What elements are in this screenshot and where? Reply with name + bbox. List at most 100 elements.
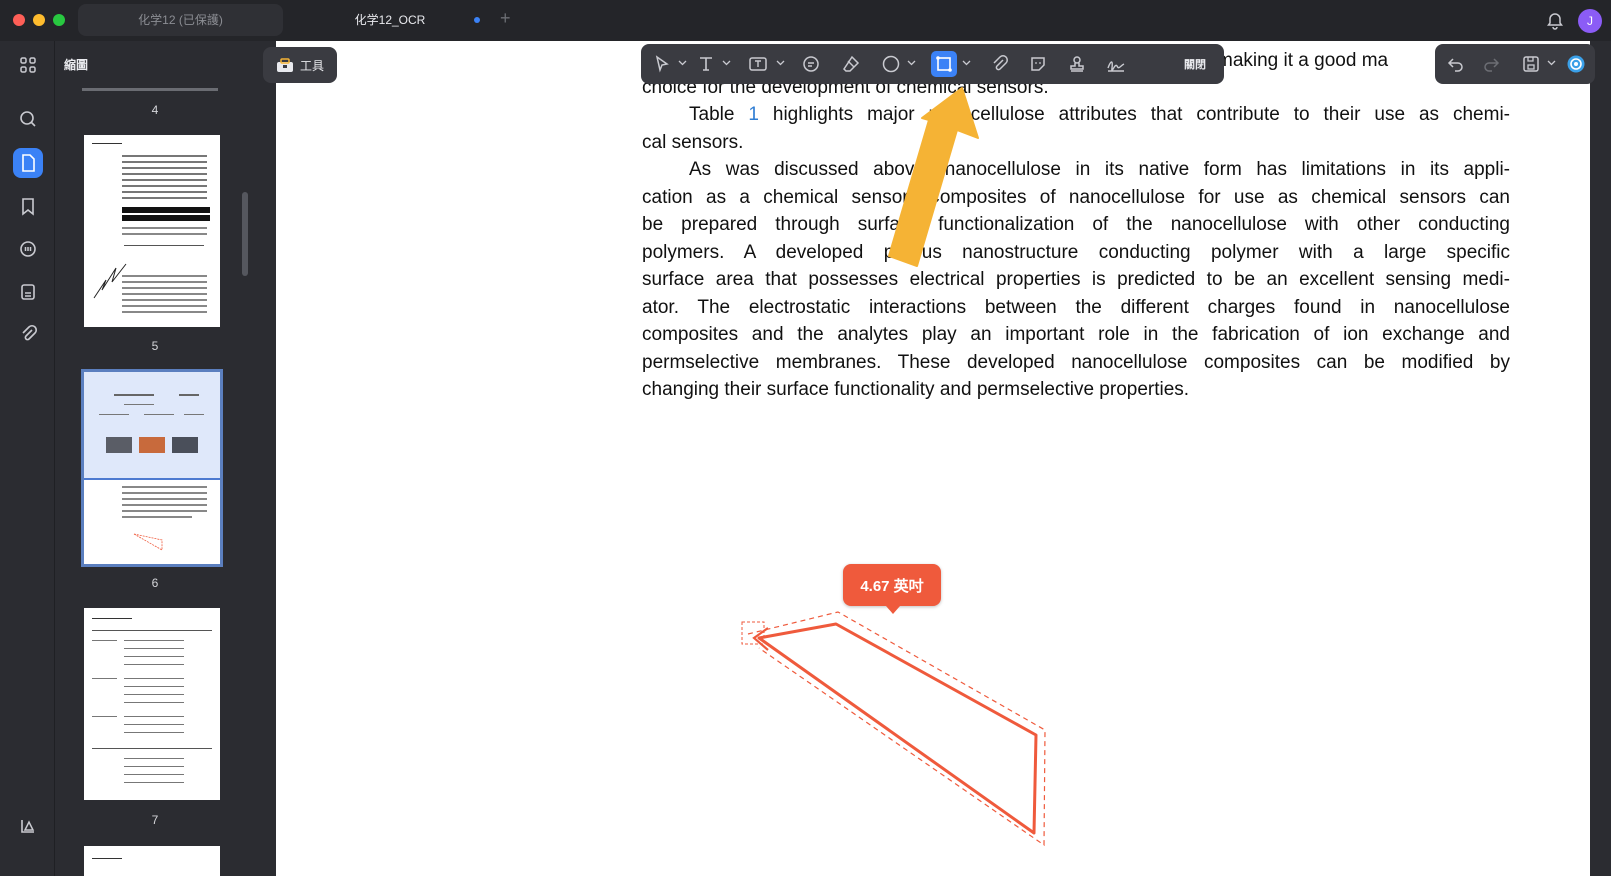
tab-ocr-document[interactable]: 化学12_OCR bbox=[290, 4, 490, 36]
undo-button[interactable] bbox=[1443, 51, 1469, 77]
maximize-window-button[interactable] bbox=[53, 14, 65, 26]
circle-icon bbox=[882, 55, 900, 73]
text-line: cation as a chemical sensor. Composites … bbox=[642, 186, 1510, 208]
text-line: cal sensors. bbox=[642, 131, 744, 153]
avatar[interactable]: J bbox=[1578, 9, 1602, 33]
toolbox-icon bbox=[276, 58, 293, 72]
forms-button[interactable] bbox=[13, 277, 43, 307]
comment-icon bbox=[20, 241, 36, 257]
page-icon bbox=[22, 154, 35, 172]
shape-tool-button[interactable] bbox=[878, 51, 904, 77]
minimize-window-button[interactable] bbox=[33, 14, 45, 26]
thumbnail-page-7[interactable] bbox=[84, 608, 220, 800]
ai-assistant-button[interactable] bbox=[1563, 51, 1589, 77]
grid-apps-button[interactable] bbox=[13, 50, 43, 80]
table-link[interactable]: 1 bbox=[748, 104, 759, 125]
tools-button[interactable]: 工具 bbox=[263, 47, 337, 83]
new-tab-button[interactable]: + bbox=[500, 8, 511, 29]
chevron-down-icon[interactable] bbox=[907, 58, 916, 67]
textbox-tool-button[interactable] bbox=[745, 51, 771, 77]
attach-tool-button[interactable] bbox=[986, 51, 1012, 77]
thumbnails-button[interactable] bbox=[13, 148, 43, 178]
text-segment: Table bbox=[689, 104, 749, 125]
layers-button[interactable] bbox=[13, 811, 43, 841]
select-tool-button[interactable] bbox=[649, 51, 675, 77]
text-line: composites and the analytes play an impo… bbox=[642, 324, 1510, 345]
app-window: 化学12 (已保護) 化学12_OCR + J 縮圖 4 5 6 7 choic… bbox=[0, 0, 1611, 876]
form-icon bbox=[21, 284, 35, 300]
scribble-icon bbox=[93, 263, 127, 299]
measurement-badge: 4.67 英吋 bbox=[843, 564, 941, 614]
unsaved-dot bbox=[474, 17, 480, 23]
close-toolbar-button[interactable]: 關閉 bbox=[1178, 51, 1212, 77]
tab-label: 化学12_OCR bbox=[354, 13, 426, 27]
search-button[interactable] bbox=[13, 104, 43, 134]
note-tool-button[interactable] bbox=[798, 51, 824, 77]
panel-title: 縮圖 bbox=[64, 58, 89, 72]
text-line: As was discussed above, nanocellulose in… bbox=[689, 159, 1510, 180]
thumbnail-label: 6 bbox=[151, 576, 159, 590]
thumbnail-page-6[interactable] bbox=[81, 369, 223, 567]
text-line: permselective membranes. These developed… bbox=[642, 351, 1510, 373]
measure-tool-button[interactable] bbox=[931, 51, 957, 77]
text-line: be prepared through surface functionaliz… bbox=[642, 214, 1510, 235]
eraser-icon bbox=[843, 55, 860, 72]
tab-protected-document[interactable]: 化学12 (已保護) bbox=[78, 4, 283, 36]
grid-icon bbox=[20, 57, 36, 73]
paragraph-1: Table 1 highlights major nanocellulose a… bbox=[642, 101, 1510, 156]
thumbnail-label: 7 bbox=[151, 813, 159, 827]
chevron-down-icon[interactable] bbox=[962, 58, 971, 67]
text-line: Table 1 highlights major nanocellulose a… bbox=[642, 101, 1510, 129]
measure-area-icon bbox=[936, 56, 952, 72]
mini-measure-icon bbox=[133, 533, 163, 551]
text-segment: highlights major nanocellulose attribute… bbox=[758, 104, 1510, 125]
paragraph-2: As was discussed above, nanocellulose in… bbox=[642, 156, 1510, 404]
chevron-down-icon[interactable] bbox=[722, 58, 731, 67]
bookmark-icon bbox=[22, 198, 34, 216]
text-icon bbox=[700, 57, 712, 71]
thumbnail-page-8[interactable] bbox=[84, 846, 220, 876]
bookmarks-button[interactable] bbox=[13, 191, 43, 221]
sticker-icon bbox=[1031, 57, 1045, 71]
layers-icon bbox=[21, 820, 35, 833]
title-bar: 化学12 (已保護) 化学12_OCR + J bbox=[0, 0, 1611, 41]
close-window-button[interactable] bbox=[13, 14, 25, 26]
tab-label: 化学12 (已保護) bbox=[138, 13, 223, 27]
sticker-tool-button[interactable] bbox=[1025, 51, 1051, 77]
thumbnail-scrollbar[interactable] bbox=[242, 192, 248, 276]
bell-icon[interactable] bbox=[1545, 11, 1565, 31]
save-button[interactable] bbox=[1518, 51, 1544, 77]
eraser-tool-button[interactable] bbox=[838, 51, 864, 77]
cursor-icon bbox=[655, 55, 669, 73]
save-icon bbox=[1523, 56, 1539, 72]
chevron-down-icon[interactable] bbox=[1547, 58, 1556, 67]
comments-button[interactable] bbox=[13, 234, 43, 264]
thumbnail-divider bbox=[82, 88, 218, 91]
tools-label: 工具 bbox=[299, 58, 324, 73]
note-icon bbox=[803, 56, 819, 72]
textbox-icon bbox=[749, 57, 767, 71]
close-label: 關閉 bbox=[1184, 59, 1206, 71]
stamp-tool-button[interactable] bbox=[1064, 51, 1090, 77]
ai-assistant-icon bbox=[1567, 55, 1585, 73]
undo-icon bbox=[1447, 58, 1463, 72]
stamp-icon bbox=[1070, 56, 1084, 72]
paperclip-icon bbox=[993, 55, 1008, 71]
text-line: changing their surface functionality and… bbox=[642, 379, 1190, 400]
thumbnail-label: 4 bbox=[151, 103, 159, 117]
right-toolbar bbox=[1435, 44, 1595, 84]
text-line: ator. The electrostatic interactions bet… bbox=[642, 296, 1510, 318]
attachments-button[interactable] bbox=[13, 319, 43, 349]
paperclip-icon bbox=[22, 324, 38, 341]
annotation-toolbar: 關閉 bbox=[641, 44, 1224, 84]
text-tool-button[interactable] bbox=[693, 51, 719, 77]
chevron-down-icon[interactable] bbox=[776, 58, 785, 67]
search-icon bbox=[20, 111, 36, 127]
text-line: surface area that possesses electrical p… bbox=[642, 269, 1510, 290]
chevron-down-icon[interactable] bbox=[678, 58, 687, 67]
signature-tool-button[interactable] bbox=[1103, 51, 1129, 77]
redo-icon bbox=[1484, 58, 1500, 72]
redo-button[interactable] bbox=[1478, 51, 1504, 77]
thumbnail-page-5[interactable] bbox=[84, 135, 220, 327]
signature-icon bbox=[1107, 61, 1125, 72]
